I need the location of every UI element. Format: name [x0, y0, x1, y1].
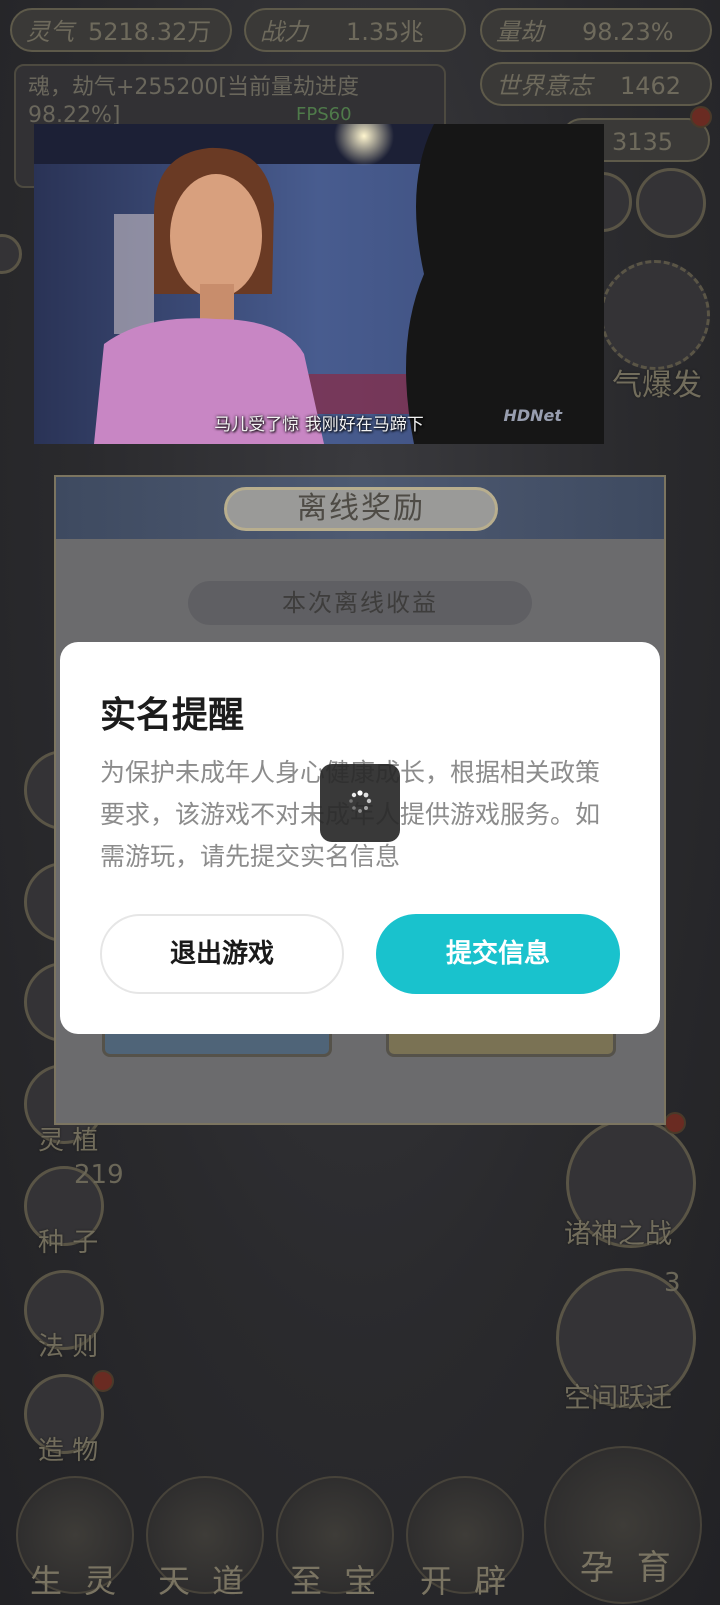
nav-genesis-label[interactable]: 开 辟 — [420, 1556, 512, 1602]
exit-game-button[interactable]: 退出游戏 — [100, 914, 344, 994]
resource-counter-value: 3135 — [612, 128, 674, 156]
space-jump-count: 3 — [664, 1268, 681, 1298]
video-player[interactable]: 马儿受了惊 我刚好在马蹄下 HDNet — [34, 124, 604, 444]
offline-earnings-label: 本次离线收益 — [188, 581, 532, 625]
menu-seed-label[interactable]: 种 子 — [38, 1222, 98, 1259]
power-label: 战力 — [260, 18, 308, 46]
calamity-stat: 量劫 98.23% — [480, 8, 712, 52]
nav-heaven-way-label[interactable]: 天 道 — [158, 1556, 250, 1602]
dialog-title: 实名提醒 — [100, 695, 245, 736]
lingqi-value: 5218.32万 — [88, 18, 212, 46]
world-will-label: 世界意志 — [496, 72, 592, 100]
menu-law-label[interactable]: 法 则 — [38, 1326, 98, 1363]
world-will-stat: 世界意志 1462 — [480, 62, 712, 106]
world-will-value: 1462 — [620, 72, 682, 100]
calamity-value: 98.23% — [582, 18, 674, 46]
menu-space-jump-label[interactable]: 空间跃迁 — [564, 1376, 672, 1415]
bird-icon[interactable] — [636, 168, 706, 238]
nav-treasure-label[interactable]: 至 宝 — [290, 1556, 382, 1602]
submit-info-button[interactable]: 提交信息 — [376, 914, 620, 994]
calamity-label: 量劫 — [496, 18, 544, 46]
video-watermark: HDNet — [503, 406, 562, 425]
creation-badge — [92, 1370, 114, 1392]
offline-reward-title: 离线奖励 — [224, 487, 498, 531]
spinner-icon — [349, 790, 372, 813]
video-frame — [34, 124, 604, 444]
nav-nurture-label[interactable]: 孕 育 — [580, 1540, 677, 1589]
burst-label[interactable]: 气爆发 — [612, 360, 702, 404]
fps-counter: FPS60 — [296, 104, 352, 125]
loading-spinner — [320, 764, 400, 842]
power-value: 1.35兆 — [346, 18, 424, 46]
nav-beings-label[interactable]: 生 灵 — [30, 1556, 122, 1602]
menu-creation-label[interactable]: 造 物 — [38, 1430, 98, 1467]
menu-gods-war-label[interactable]: 诸神之战 — [564, 1212, 672, 1251]
lingqi-label: 灵气 — [26, 18, 74, 46]
notification-dot — [690, 106, 712, 128]
seed-count: 219 — [74, 1160, 124, 1190]
power-stat: 战力 1.35兆 — [244, 8, 466, 52]
burst-wheel-icon[interactable] — [600, 260, 710, 370]
gods-war-badge — [664, 1112, 686, 1134]
menu-plant-label[interactable]: 灵 植 — [38, 1120, 98, 1157]
lingqi-stat: 灵气 5218.32万 — [10, 8, 232, 52]
